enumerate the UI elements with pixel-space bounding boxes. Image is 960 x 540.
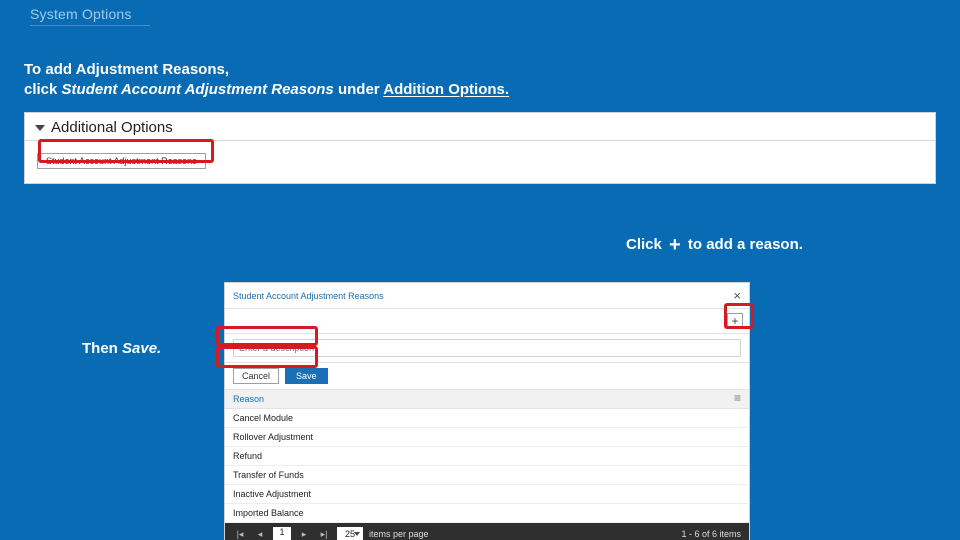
table-row[interactable]: Transfer of Funds bbox=[225, 466, 749, 485]
dialog-title: Student Account Adjustment Reasons bbox=[233, 291, 384, 301]
panel-header-label: Additional Options bbox=[51, 119, 173, 136]
pager-next-icon[interactable]: ▸ bbox=[297, 527, 311, 540]
additional-options-panel: Additional Options Student Account Adjus… bbox=[24, 112, 936, 184]
instruction-line-1: To add Adjustment Reasons, bbox=[24, 60, 509, 80]
table-row[interactable]: Inactive Adjustment bbox=[225, 485, 749, 504]
table-row[interactable]: Rollover Adjustment bbox=[225, 428, 749, 447]
pager-page-size-select[interactable]: 25 bbox=[337, 527, 363, 540]
table-row[interactable]: Imported Balance bbox=[225, 504, 749, 523]
add-reason-caption: Click + to add a reason. bbox=[626, 234, 803, 257]
pager: |◂ ◂ 1 ▸ ▸| 25 items per page 1 - 6 of 6… bbox=[225, 523, 749, 540]
pager-page-input[interactable]: 1 bbox=[273, 527, 291, 540]
table-row[interactable]: Refund bbox=[225, 447, 749, 466]
pager-first-icon[interactable]: |◂ bbox=[233, 527, 247, 540]
panel-body: Student Account Adjustment Reasons bbox=[25, 141, 935, 183]
pager-summary: 1 - 6 of 6 items bbox=[681, 529, 741, 539]
page-title: System Options bbox=[30, 6, 132, 22]
table-header: Reason ≡ bbox=[225, 390, 749, 409]
close-icon[interactable]: × bbox=[733, 288, 741, 303]
menu-icon[interactable]: ≡ bbox=[734, 394, 741, 404]
chevron-down-icon bbox=[35, 125, 45, 131]
title-underline bbox=[30, 25, 150, 26]
pager-prev-icon[interactable]: ◂ bbox=[253, 527, 267, 540]
save-button[interactable]: Save bbox=[285, 368, 328, 384]
dialog-input-row bbox=[225, 334, 749, 363]
adjustment-reasons-dialog: Student Account Adjustment Reasons × + C… bbox=[224, 282, 750, 540]
plus-icon: + bbox=[666, 234, 684, 256]
student-account-adjustment-reasons-button[interactable]: Student Account Adjustment Reasons bbox=[37, 153, 206, 169]
dialog-actions: Cancel Save bbox=[225, 363, 749, 390]
dialog-title-bar: Student Account Adjustment Reasons × bbox=[225, 283, 749, 309]
reason-description-input[interactable] bbox=[233, 339, 741, 357]
dialog-add-row: + bbox=[225, 309, 749, 334]
pager-controls: |◂ ◂ 1 ▸ ▸| 25 items per page bbox=[233, 527, 429, 540]
pager-last-icon[interactable]: ▸| bbox=[317, 527, 331, 540]
table-row[interactable]: Cancel Module bbox=[225, 409, 749, 428]
instruction-text: To add Adjustment Reasons, click Student… bbox=[24, 60, 509, 101]
instruction-line-2: click Student Account Adjustment Reasons… bbox=[24, 80, 509, 100]
cancel-button[interactable]: Cancel bbox=[233, 368, 279, 384]
save-caption: Then Save. bbox=[82, 340, 161, 357]
add-reason-button[interactable]: + bbox=[727, 313, 743, 329]
panel-header[interactable]: Additional Options bbox=[25, 113, 935, 141]
pager-page-size-label: items per page bbox=[369, 529, 429, 539]
column-header-reason: Reason bbox=[233, 394, 264, 404]
